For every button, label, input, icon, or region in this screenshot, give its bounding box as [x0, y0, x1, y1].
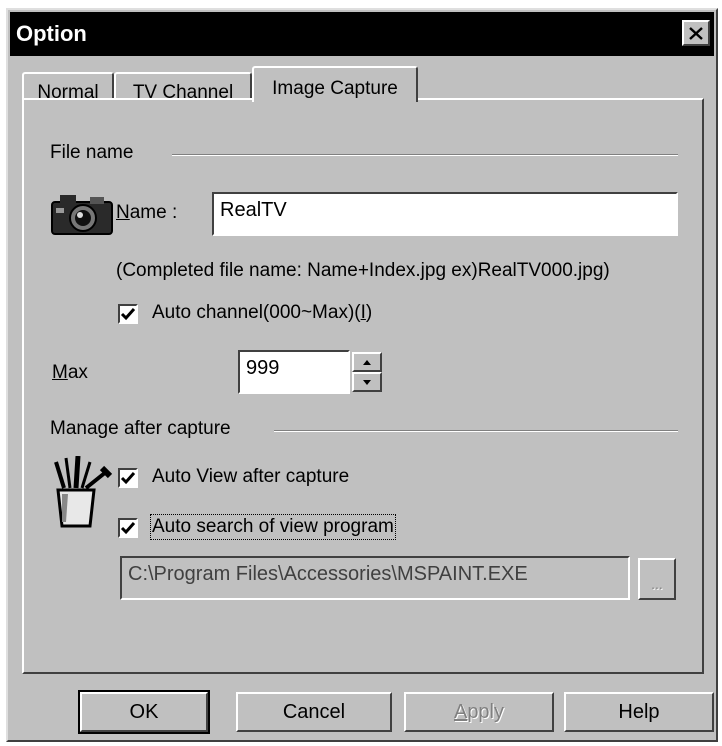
- ok-button[interactable]: OK: [78, 690, 210, 734]
- name-label: Name :: [116, 202, 178, 223]
- auto-channel-checkbox[interactable]: [118, 304, 138, 324]
- option-dialog: Option Normal TV Channel Image Capture F…: [6, 8, 718, 742]
- paint-tools-icon: [54, 456, 112, 528]
- auto-channel-label: Auto channel(000~Max)(I): [152, 302, 373, 323]
- title-bar[interactable]: Option: [10, 12, 714, 56]
- close-button[interactable]: [682, 20, 710, 46]
- file-name-group-label: File name: [50, 142, 134, 163]
- checkmark-icon: [120, 308, 136, 321]
- window-title: Option: [16, 21, 87, 46]
- auto-view-label: Auto View after capture: [152, 466, 350, 487]
- manage-group-label: Manage after capture: [50, 418, 231, 439]
- arrow-down-icon: [363, 379, 371, 385]
- manage-group-divider: [274, 430, 678, 432]
- help-button[interactable]: Help: [564, 692, 714, 732]
- auto-search-label: Auto search of view program: [150, 514, 396, 540]
- camera-icon: [51, 195, 113, 235]
- arrow-up-icon: [363, 359, 371, 365]
- tab-image-capture[interactable]: Image Capture: [252, 66, 418, 102]
- filename-hint: (Completed file name: Name+Index.jpg ex)…: [116, 260, 610, 281]
- tab-image-capture-label: Image Capture: [272, 78, 398, 99]
- name-input[interactable]: RealTV: [212, 192, 678, 236]
- file-name-group-divider: [172, 154, 678, 156]
- browse-button[interactable]: ...: [638, 558, 676, 600]
- apply-button[interactable]: Apply: [404, 692, 554, 732]
- auto-view-checkbox[interactable]: [118, 468, 138, 488]
- max-spin-down-button[interactable]: [352, 372, 382, 392]
- max-input[interactable]: 999: [238, 350, 350, 394]
- max-label: Max: [52, 362, 88, 383]
- max-spin-up-button[interactable]: [352, 352, 382, 372]
- program-path-input[interactable]: C:\Program Files\Accessories\MSPAINT.EXE: [120, 556, 630, 600]
- checkmark-icon: [120, 472, 136, 485]
- cancel-button[interactable]: Cancel: [236, 692, 392, 732]
- checkmark-icon: [120, 522, 136, 535]
- auto-search-checkbox[interactable]: [118, 518, 138, 538]
- close-icon: [689, 26, 703, 40]
- image-capture-panel: File name Name : RealTV (Completed file …: [22, 98, 704, 674]
